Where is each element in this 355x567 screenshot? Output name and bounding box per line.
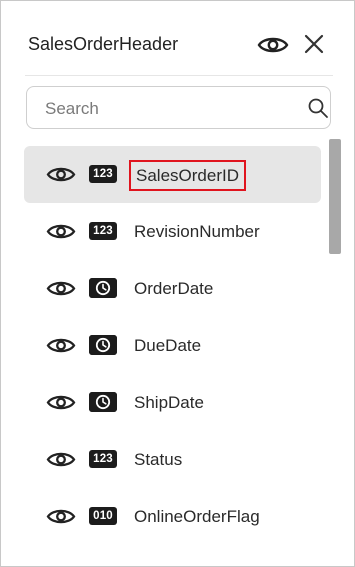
column-item-status[interactable]: 123 Status (24, 431, 321, 488)
column-item-orderdate[interactable]: OrderDate (24, 260, 321, 317)
column-label: OnlineOrderFlag (134, 507, 260, 526)
clock-icon (89, 278, 117, 298)
column-label: RevisionNumber (134, 222, 260, 241)
panel-title: SalesOrderHeader (28, 34, 179, 54)
column-item-shipdate[interactable]: ShipDate (24, 374, 321, 431)
clock-icon (89, 392, 117, 412)
column-label: Status (134, 450, 183, 469)
clock-icon (89, 335, 117, 355)
search-box[interactable] (26, 86, 331, 129)
column-item-duedate[interactable]: DueDate (24, 317, 321, 374)
scrollbar-thumb[interactable] (329, 139, 341, 254)
eye-icon[interactable] (46, 449, 76, 470)
panel-header: SalesOrderHeader (1, 1, 354, 75)
column-item-salesorderid[interactable]: 123 SalesOrderID (24, 146, 321, 203)
search-input[interactable] (43, 96, 297, 122)
eye-icon[interactable] (46, 164, 76, 185)
number-type-icon: 123 (89, 450, 117, 468)
column-label: OrderDate (134, 279, 214, 298)
fields-panel: SalesOrderHeader 123 SalesOrderID (0, 0, 355, 567)
number-type-icon: 123 (89, 222, 117, 240)
column-label: DueDate (134, 336, 202, 355)
column-item-onlineorderflag[interactable]: 010 OnlineOrderFlag (24, 488, 321, 545)
eye-icon[interactable] (46, 221, 76, 242)
column-list: 123 SalesOrderID 123 RevisionNumber Orde… (1, 146, 331, 566)
vertical-scrollbar[interactable] (329, 139, 341, 566)
header-divider (25, 75, 333, 76)
eye-icon[interactable] (46, 506, 76, 527)
search-icon[interactable] (307, 97, 329, 119)
column-item-revisionnumber[interactable]: 123 RevisionNumber (24, 203, 321, 260)
number-type-icon: 123 (89, 165, 117, 183)
close-icon[interactable] (302, 32, 326, 56)
eye-icon[interactable] (46, 392, 76, 413)
boolean-type-icon: 010 (89, 507, 117, 525)
eye-icon[interactable] (46, 278, 76, 299)
eye-icon[interactable] (257, 34, 289, 56)
column-label: SalesOrderID (129, 160, 246, 191)
column-label: ShipDate (134, 393, 204, 412)
eye-icon[interactable] (46, 335, 76, 356)
